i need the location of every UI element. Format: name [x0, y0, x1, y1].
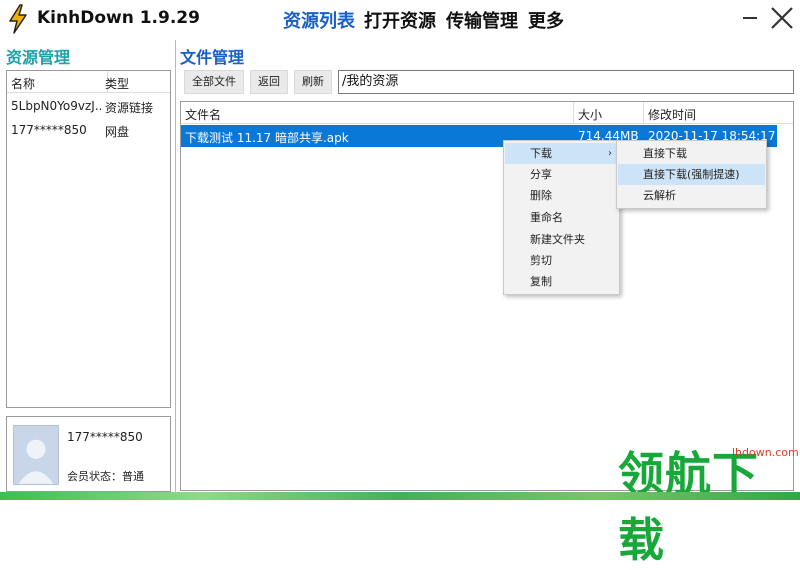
menu-item-copy[interactable]: 复制	[505, 271, 618, 292]
close-icon[interactable]	[770, 6, 794, 30]
watermark-site: lhdown.com	[732, 446, 799, 459]
resource-name: 5LbpN0Yo9vzJ...	[11, 99, 101, 113]
member-status: 会员状态：普通	[67, 470, 144, 483]
panel-divider[interactable]	[175, 40, 176, 500]
file-list-header: 文件名 大小 修改时间	[181, 102, 793, 124]
column-divider[interactable]	[643, 102, 644, 124]
all-files-button[interactable]: 全部文件	[184, 70, 244, 94]
nav-more[interactable]: 更多	[528, 7, 564, 33]
bottom-background-strip	[0, 492, 800, 500]
user-card: 177*****850 会员状态：普通	[6, 416, 171, 492]
menu-item-share[interactable]: 分享	[505, 164, 618, 185]
column-type-header[interactable]: 类型	[105, 75, 129, 92]
menu-item-cloud-parse[interactable]: 云解析	[618, 185, 765, 206]
title-bar: KinhDown 1.9.29 资源列表 打开资源 传输管理 更多	[0, 0, 800, 38]
lightning-logo-icon	[7, 4, 29, 34]
column-name-header[interactable]: 名称	[11, 75, 35, 92]
resource-list: 名称 类型 5LbpN0Yo9vzJ... 资源链接 177*****850 网…	[6, 70, 171, 408]
resource-manager-title: 资源管理	[6, 48, 71, 67]
resource-name: 177*****850	[11, 123, 87, 137]
user-name: 177*****850	[67, 430, 143, 444]
resource-list-header: 名称 类型	[7, 71, 170, 93]
file-manager-title: 文件管理	[180, 48, 245, 67]
app-window: KinhDown 1.9.29 资源列表 打开资源 传输管理 更多 资源管理 名…	[0, 0, 800, 567]
download-submenu: 直接下载 直接下载(强制提速) 云解析	[616, 140, 767, 209]
nav-resource-list[interactable]: 资源列表	[283, 7, 355, 33]
menu-item-download[interactable]: 下载 ›	[505, 143, 618, 164]
menu-item-label: 下载	[530, 147, 552, 160]
column-divider[interactable]	[573, 102, 574, 124]
menu-item-new-folder[interactable]: 新建文件夹	[505, 229, 618, 250]
app-title: KinhDown 1.9.29	[37, 8, 200, 28]
chevron-right-icon: ›	[608, 148, 612, 159]
menu-item-delete[interactable]: 删除	[505, 185, 618, 206]
menu-item-cut[interactable]: 剪切	[505, 250, 618, 271]
list-item[interactable]: 5LbpN0Yo9vzJ... 资源链接	[7, 95, 170, 117]
context-menu: 下载 › 分享 删除 重命名 新建文件夹 剪切 复制	[503, 140, 620, 295]
refresh-button[interactable]: 刷新	[294, 70, 332, 94]
path-input[interactable]: /我的资源	[338, 70, 794, 94]
back-button[interactable]: 返回	[250, 70, 288, 94]
nav-transfer-manager[interactable]: 传输管理	[446, 7, 518, 33]
column-modified-header[interactable]: 修改时间	[648, 106, 696, 123]
column-size-header[interactable]: 大小	[578, 106, 602, 123]
list-item[interactable]: 177*****850 网盘	[7, 119, 170, 141]
avatar	[13, 425, 59, 485]
resource-type: 网盘	[105, 125, 130, 139]
column-filename-header[interactable]: 文件名	[185, 106, 221, 123]
menu-item-rename[interactable]: 重命名	[505, 207, 618, 228]
nav-open-resource[interactable]: 打开资源	[364, 7, 436, 33]
file-name: 下载测试 11.17 暗部共享.apk	[185, 131, 349, 145]
menu-item-direct-download[interactable]: 直接下载	[618, 143, 765, 164]
minimize-button[interactable]	[743, 17, 757, 19]
menu-item-direct-download-boost[interactable]: 直接下载(强制提速)	[618, 164, 765, 185]
resource-type: 资源链接	[105, 101, 154, 115]
